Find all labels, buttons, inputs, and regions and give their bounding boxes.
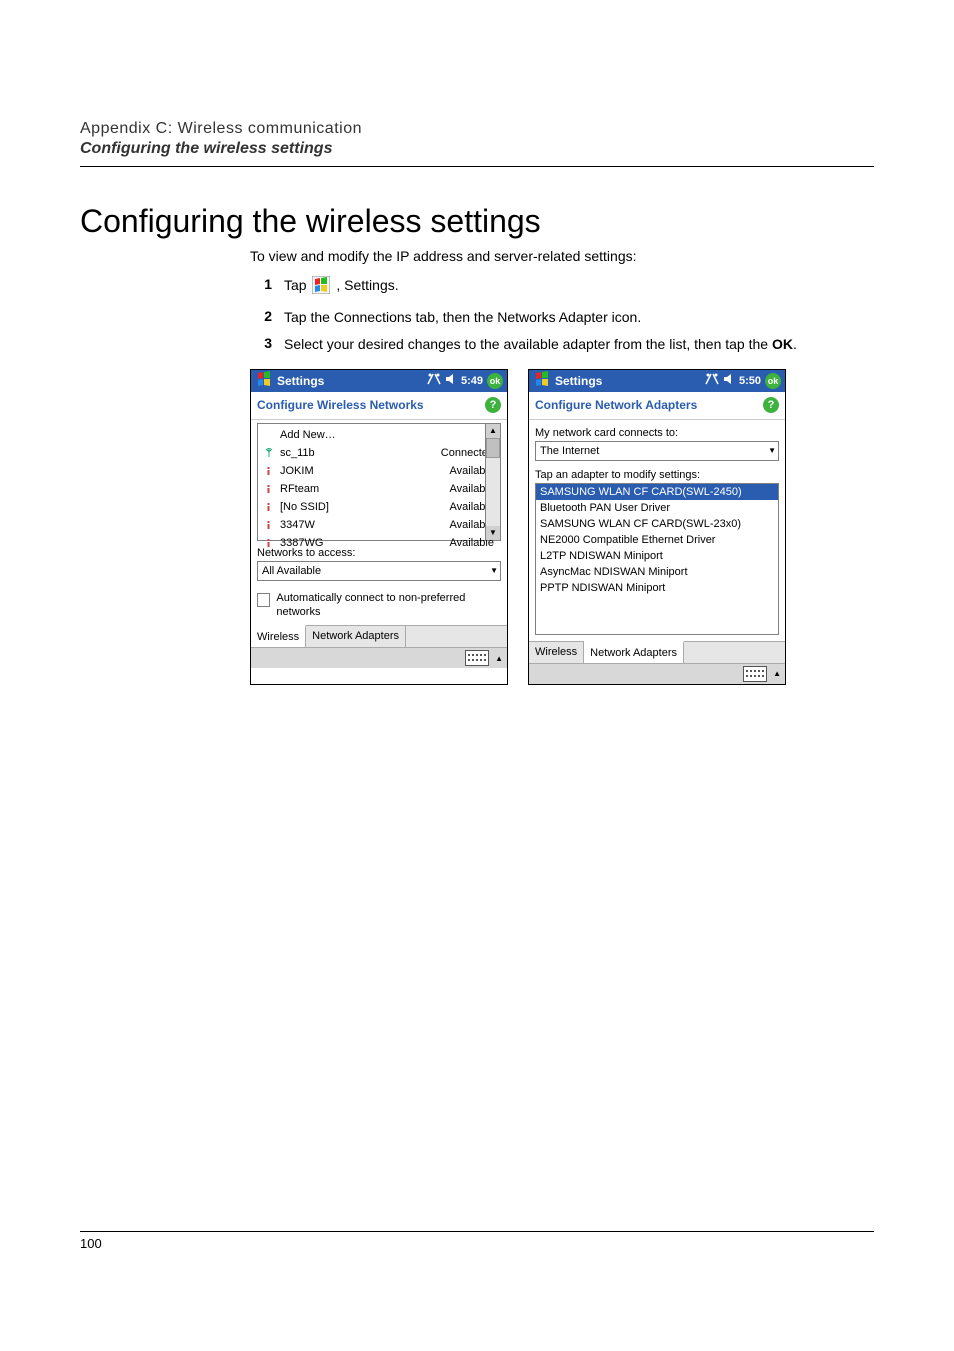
- adapter-item[interactable]: Bluetooth PAN User Driver: [536, 500, 778, 516]
- step-2-text: Tap the Connections tab, then the Networ…: [284, 308, 874, 328]
- tab-wireless[interactable]: Wireless: [529, 642, 584, 663]
- start-flag-icon[interactable]: [533, 370, 551, 391]
- page-number: 100: [80, 1236, 102, 1251]
- help-icon[interactable]: ?: [763, 397, 779, 413]
- adapter-item[interactable]: AsyncMac NDISWAN Miniport: [536, 564, 778, 580]
- tab-network-adapters[interactable]: Network Adapters: [584, 641, 684, 663]
- screenshot-wireless-networks: Settings 5:49 ok Configure Wireless Netw…: [250, 369, 508, 685]
- connectivity-icon[interactable]: [427, 373, 441, 388]
- window-title: Settings: [277, 374, 423, 388]
- window-title: Settings: [555, 374, 701, 388]
- adapter-list[interactable]: SAMSUNG WLAN CF CARD(SWL-2450)Bluetooth …: [535, 483, 779, 635]
- network-name: 3387WG: [276, 537, 450, 549]
- list-scrollbar[interactable]: ▲ ▼: [485, 424, 500, 540]
- connectivity-icon[interactable]: [705, 373, 719, 388]
- running-header-section: Appendix C: Wireless communication: [80, 120, 874, 138]
- signal-icon: [262, 448, 276, 458]
- step-2: 2 Tap the Connections tab, then the Netw…: [250, 308, 874, 328]
- wireless-network-list[interactable]: Add New…sc_11bConnectedJOKIMAvailableRFt…: [257, 423, 501, 541]
- step-3-bold: OK: [772, 336, 793, 352]
- ok-button[interactable]: ok: [765, 373, 781, 389]
- network-name: RFteam: [276, 483, 450, 495]
- step-1-text-after: , Settings.: [336, 277, 398, 293]
- step-list: 1 Tap , Settings. 2 Tap the Connections …: [250, 276, 874, 355]
- chevron-down-icon: ▼: [490, 566, 498, 575]
- step-3-text-after: .: [793, 336, 797, 352]
- start-flag-icon: [312, 276, 330, 300]
- tab-strip: Wireless Network Adapters: [251, 625, 507, 647]
- intro-text: To view and modify the IP address and se…: [250, 248, 874, 264]
- network-row[interactable]: Add New…: [258, 426, 500, 444]
- tab-network-adapters[interactable]: Network Adapters: [306, 626, 406, 647]
- step-1: 1 Tap , Settings.: [250, 276, 874, 300]
- connects-to-dropdown[interactable]: The Internet ▼: [535, 441, 779, 461]
- adapter-item[interactable]: PPTP NDISWAN Miniport: [536, 580, 778, 596]
- page-title: Configuring the wireless settings: [80, 203, 874, 240]
- title-bar: Settings 5:50 ok: [529, 370, 785, 392]
- network-name: 3347W: [276, 519, 450, 531]
- screenshot-network-adapters: Settings 5:50 ok Configure Network Adapt…: [528, 369, 786, 685]
- scroll-thumb[interactable]: [486, 438, 500, 458]
- sip-menu-icon[interactable]: ▲: [773, 669, 781, 678]
- keyboard-icon[interactable]: [465, 650, 489, 666]
- auto-connect-label: Automatically connect to non-preferred n…: [276, 591, 501, 620]
- step-1-text-before: Tap: [284, 277, 310, 293]
- keyboard-icon[interactable]: [743, 666, 767, 682]
- network-row[interactable]: sc_11bConnected: [258, 444, 500, 462]
- clock-text: 5:49: [461, 375, 483, 387]
- step-number: 2: [250, 308, 272, 324]
- panel-title: Configure Wireless Networks: [257, 398, 424, 412]
- network-row[interactable]: 3387WGAvailable: [258, 534, 500, 552]
- network-row[interactable]: [No SSID]Available: [258, 498, 500, 516]
- start-flag-icon[interactable]: [255, 370, 273, 391]
- signal-icon: [262, 466, 276, 476]
- volume-icon[interactable]: [723, 373, 735, 388]
- panel-header: Configure Wireless Networks ?: [251, 392, 507, 420]
- running-header-subsection: Configuring the wireless settings: [80, 140, 874, 158]
- scroll-down-icon[interactable]: ▼: [486, 526, 500, 540]
- tab-wireless[interactable]: Wireless: [251, 625, 306, 647]
- step-number: 1: [250, 276, 272, 292]
- scroll-up-icon[interactable]: ▲: [486, 424, 500, 438]
- networks-to-access-dropdown[interactable]: All Available ▼: [257, 561, 501, 581]
- header-rule: [80, 166, 874, 167]
- network-row[interactable]: RFteamAvailable: [258, 480, 500, 498]
- network-name: sc_11b: [276, 447, 441, 459]
- adapter-item[interactable]: NE2000 Compatible Ethernet Driver: [536, 532, 778, 548]
- adapter-item[interactable]: L2TP NDISWAN Miniport: [536, 548, 778, 564]
- title-bar: Settings 5:49 ok: [251, 370, 507, 392]
- sip-bar: ▲: [251, 647, 507, 668]
- chevron-down-icon: ▼: [768, 446, 776, 455]
- sip-bar: ▲: [529, 663, 785, 684]
- panel-title: Configure Network Adapters: [535, 398, 697, 412]
- dropdown-value: The Internet: [540, 445, 599, 457]
- step-3: 3 Select your desired changes to the ava…: [250, 335, 874, 355]
- signal-icon: [262, 520, 276, 530]
- ok-button[interactable]: ok: [487, 373, 503, 389]
- signal-icon: [262, 502, 276, 512]
- sip-menu-icon[interactable]: ▲: [495, 654, 503, 663]
- adapter-item[interactable]: SAMSUNG WLAN CF CARD(SWL-23x0): [536, 516, 778, 532]
- dropdown-value: All Available: [262, 565, 321, 577]
- tab-strip: Wireless Network Adapters: [529, 641, 785, 663]
- network-name: [No SSID]: [276, 501, 450, 513]
- volume-icon[interactable]: [445, 373, 457, 388]
- connects-to-label: My network card connects to:: [535, 427, 779, 439]
- help-icon[interactable]: ?: [485, 397, 501, 413]
- step-number: 3: [250, 335, 272, 351]
- page-footer: 100: [80, 1231, 874, 1251]
- panel-header: Configure Network Adapters ?: [529, 392, 785, 420]
- signal-icon: [262, 538, 276, 548]
- step-3-text-before: Select your desired changes to the avail…: [284, 336, 772, 352]
- signal-icon: [262, 484, 276, 494]
- auto-connect-checkbox[interactable]: [257, 593, 270, 607]
- network-name: JOKIM: [276, 465, 450, 477]
- adapter-item[interactable]: SAMSUNG WLAN CF CARD(SWL-2450): [536, 484, 778, 500]
- tap-adapter-label: Tap an adapter to modify settings:: [535, 469, 779, 481]
- network-row[interactable]: JOKIMAvailable: [258, 462, 500, 480]
- network-name: Add New…: [276, 429, 494, 441]
- clock-text: 5:50: [739, 375, 761, 387]
- network-row[interactable]: 3347WAvailable: [258, 516, 500, 534]
